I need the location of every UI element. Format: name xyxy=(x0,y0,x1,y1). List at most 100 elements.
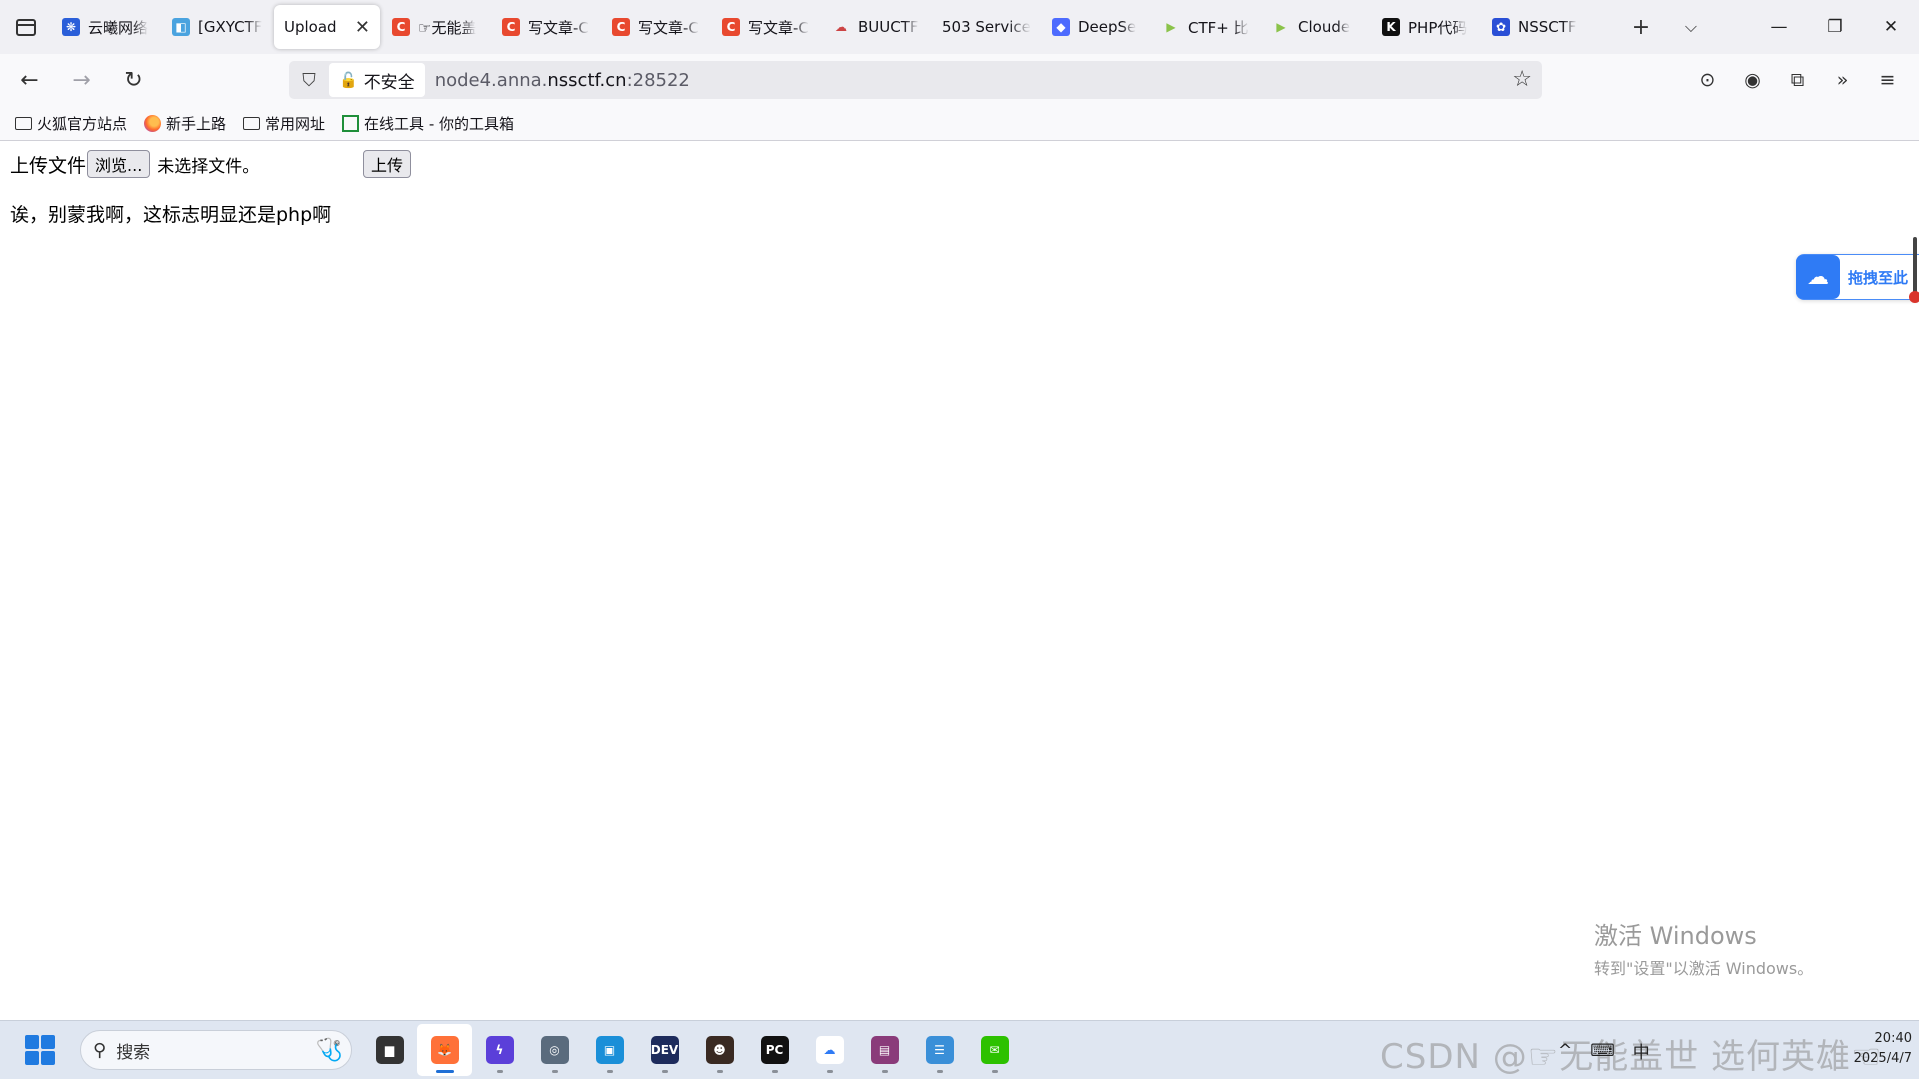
running-indicator xyxy=(991,1070,998,1073)
taskbar-app-baidu-netdisk[interactable]: ☁ xyxy=(802,1024,857,1076)
tab-title: Upload xyxy=(284,18,337,36)
account-icon[interactable]: ◉ xyxy=(1730,58,1775,102)
url-bar[interactable]: ⛉ 🔓 不安全 node4.anna.nssctf.cn:28522 ☆ xyxy=(289,61,1542,99)
tab[interactable]: C 写文章-C xyxy=(602,5,712,49)
drag-widget-label: 拖拽至此 xyxy=(1848,268,1909,287)
tab-title: NSSCTF xyxy=(1518,18,1577,36)
tab-favicon-icon: ☁ xyxy=(835,20,847,34)
bookmark-item[interactable]: 常用网址 xyxy=(242,113,325,134)
tab-favicon-icon: ◧ xyxy=(172,18,190,36)
drag-pin-handle[interactable] xyxy=(1909,237,1919,303)
bookmark-label: 新手上路 xyxy=(166,114,227,133)
firefox-icon xyxy=(143,114,161,132)
tab-favicon-icon: C xyxy=(502,18,520,36)
system-tray: ^ ⌨ 中 xyxy=(1558,1021,1668,1080)
extensions-icon[interactable]: ⧉ xyxy=(1775,58,1820,102)
file-explorer-icon: ▆ xyxy=(375,1036,404,1064)
notepad-icon: ☰ xyxy=(925,1036,954,1064)
tab[interactable]: ◧ [GXYCTF xyxy=(162,5,272,49)
back-button[interactable]: ← xyxy=(7,58,52,102)
tab-title: Cloude xyxy=(1298,18,1351,36)
tab-active[interactable]: Upload ✕ xyxy=(274,5,380,49)
connection-insecure-badge[interactable]: 🔓 不安全 xyxy=(329,63,425,97)
tab[interactable]: C 写文章-C xyxy=(712,5,822,49)
close-tab-icon[interactable]: ✕ xyxy=(355,17,370,38)
wechat-icon: ✉ xyxy=(980,1036,1009,1064)
tab[interactable]: ❋ 云曦网络 xyxy=(52,5,162,49)
list-all-tabs-button[interactable]: ⌵ xyxy=(1666,0,1716,54)
taskbar-app-app-vm[interactable]: ▣ xyxy=(582,1024,637,1076)
tab-title: 写文章-C xyxy=(638,18,699,37)
app-avatar-icon: ☻ xyxy=(705,1036,734,1064)
running-indicator xyxy=(551,1070,558,1073)
no-file-selected-text: 未选择文件。 xyxy=(157,156,260,177)
taskbar-app-pycharm[interactable]: PC xyxy=(747,1024,802,1076)
taskbar-search[interactable]: ⚲ 搜索 🩺 xyxy=(80,1030,352,1070)
insecure-lock-icon: 🔓 xyxy=(339,71,358,89)
close-window-button[interactable]: ✕ xyxy=(1863,0,1919,54)
taskbar-clock[interactable]: 20:40 2025/4/7 xyxy=(1830,1029,1912,1069)
page-content: 上传文件 浏览... 未选择文件。 上传 诶，别蒙我啊，这标志明显还是php啊 … xyxy=(0,142,1919,1020)
restore-button[interactable]: ❐ xyxy=(1807,0,1863,54)
tab[interactable]: ◆ DeepSe xyxy=(1042,5,1152,49)
tab[interactable]: ▶ CTF+ 比 xyxy=(1152,5,1262,49)
activate-title: 激活 Windows xyxy=(1594,922,1757,950)
new-tab-button[interactable]: + xyxy=(1616,0,1666,54)
start-button[interactable] xyxy=(25,1035,55,1065)
search-placeholder: 搜索 xyxy=(116,1042,151,1063)
netdisk-drag-widget[interactable]: ☁ 拖拽至此 xyxy=(1796,254,1919,300)
taskbar-app-wechat[interactable]: ✉ xyxy=(967,1024,1022,1076)
taskbar-app-firefox[interactable]: 🦊 xyxy=(417,1024,472,1076)
tab[interactable]: 503 Service xyxy=(932,5,1042,49)
tab-title: ☞无能盖 xyxy=(418,18,477,37)
forward-button[interactable]: → xyxy=(59,58,104,102)
menu-icon[interactable]: ≡ xyxy=(1865,58,1910,102)
bookmark-item[interactable]: 新手上路 xyxy=(143,113,226,134)
pocket-icon[interactable]: ⊙ xyxy=(1685,58,1730,102)
minimize-button[interactable]: — xyxy=(1751,0,1807,54)
running-indicator xyxy=(936,1070,943,1073)
upload-form: 上传文件 浏览... 未选择文件。 上传 xyxy=(10,150,411,178)
tab-title: 写文章-C xyxy=(528,18,589,37)
tracking-protection-icon[interactable]: ⛉ xyxy=(289,70,329,91)
running-indicator xyxy=(716,1070,723,1073)
taskbar-app-app-avatar[interactable]: ☻ xyxy=(692,1024,747,1076)
taskbar-app-app-purple[interactable]: ϟ xyxy=(472,1024,527,1076)
bookmark-item[interactable]: 在线工具 - 你的工具箱 xyxy=(341,113,514,134)
overflow-icon[interactable]: » xyxy=(1820,58,1865,102)
taskbar-app-notepad[interactable]: ☰ xyxy=(912,1024,967,1076)
taskbar-app-app-compass[interactable]: ◎ xyxy=(527,1024,582,1076)
search-icon: ⚲ xyxy=(93,1039,107,1061)
url-text[interactable]: node4.anna.nssctf.cn:28522 xyxy=(435,70,690,91)
app-vm-icon: ▣ xyxy=(595,1036,624,1064)
upload-submit-button[interactable]: 上传 xyxy=(363,150,411,178)
upload-label: 上传文件 xyxy=(10,154,87,177)
bookmark-star-icon[interactable]: ☆ xyxy=(1512,67,1532,92)
clock-time: 20:40 xyxy=(1874,1031,1912,1046)
ime-icon[interactable]: ⌨ xyxy=(1590,1041,1615,1061)
tab-title: CTF+ 比 xyxy=(1188,18,1249,37)
firefox-view-button[interactable] xyxy=(0,0,52,54)
reload-button[interactable]: ↻ xyxy=(111,58,156,102)
tab[interactable]: K PHP代码 xyxy=(1372,5,1482,49)
baidu-netdisk-icon: ☁ xyxy=(815,1036,844,1064)
tab-title: DeepSe xyxy=(1078,18,1137,36)
tab[interactable]: ☁ BUUCTF xyxy=(822,5,932,49)
taskbar-app-winrar[interactable]: ▤ xyxy=(857,1024,912,1076)
tab[interactable]: C 写文章-C xyxy=(492,5,602,49)
tab[interactable]: ✿ NSSCTF xyxy=(1482,5,1592,49)
browse-file-button[interactable]: 浏览... xyxy=(87,150,151,178)
tray-chevron-icon[interactable]: ^ xyxy=(1558,1041,1572,1061)
tab[interactable]: C ☞无能盖 xyxy=(382,5,492,49)
tab[interactable]: ▶ Cloude xyxy=(1262,5,1372,49)
activate-hint: 转到"设置"以激活 Windows。 xyxy=(1594,959,1814,978)
bookmark-item[interactable]: 火狐官方站点 xyxy=(14,113,127,134)
taskbar-app-dev-cpp[interactable]: DEV xyxy=(637,1024,692,1076)
app-compass-icon: ◎ xyxy=(540,1036,569,1064)
taskbar-app-file-explorer[interactable]: ▆ xyxy=(362,1024,417,1076)
running-indicator xyxy=(881,1070,888,1073)
tab-favicon-icon: K xyxy=(1382,18,1400,36)
ime-lang-icon[interactable]: 中 xyxy=(1633,1038,1650,1063)
running-indicator xyxy=(661,1070,668,1073)
tab-favicon-icon: C xyxy=(722,18,740,36)
